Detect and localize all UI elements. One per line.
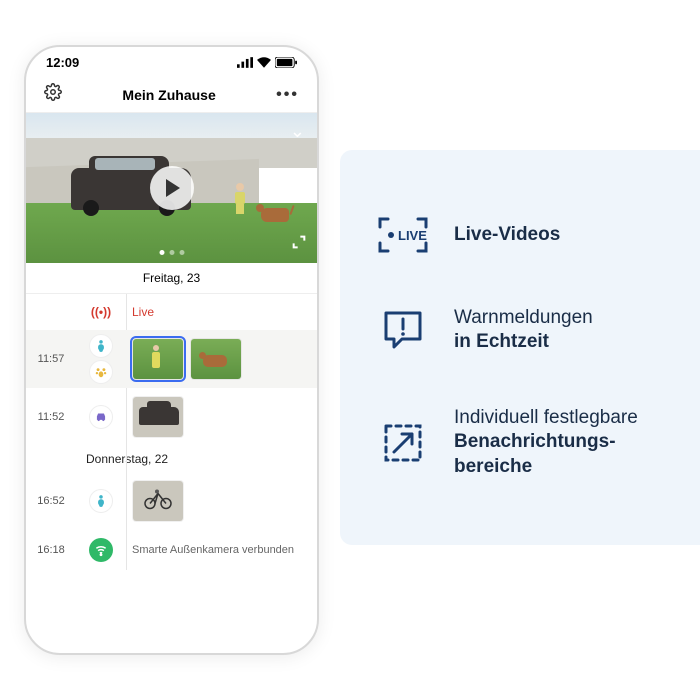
- live-label: Live: [132, 305, 154, 319]
- car-icon: [89, 405, 113, 429]
- app-header: Mein Zuhause •••: [26, 77, 317, 113]
- event-thumbnail[interactable]: [132, 338, 184, 380]
- battery-icon: [275, 57, 297, 68]
- settings-icon[interactable]: [44, 83, 62, 106]
- zones-icon: [376, 420, 430, 466]
- person-icon: [89, 334, 113, 358]
- status-bar: 12:09: [26, 47, 317, 77]
- expand-icon[interactable]: [291, 234, 307, 255]
- feature-alerts: Warnmeldungenin Echtzeit: [376, 306, 672, 355]
- play-button[interactable]: [150, 166, 194, 210]
- timeline: ((•)) Live 11:57 11:52 Donnerstag, 22 16…: [26, 294, 317, 570]
- page-title[interactable]: Mein Zuhause: [122, 87, 215, 103]
- feature-label: Warnmeldungenin Echtzeit: [454, 306, 593, 355]
- event-thumbnail[interactable]: [132, 480, 184, 522]
- event-thumbnail[interactable]: [132, 396, 184, 438]
- timeline-time: 16:18: [26, 544, 76, 556]
- wifi-icon: [257, 57, 271, 68]
- pager-dots[interactable]: [159, 250, 184, 255]
- timeline-row[interactable]: 16:18 Smarte Außenkamera verbunden: [26, 530, 317, 570]
- feature-panel: LIVE Live-Videos Warnmeldungenin Echtzei…: [340, 150, 700, 545]
- feature-label: Individuell festlegbareBenachrichtungs­b…: [454, 406, 672, 480]
- date-separator: Donnerstag, 22: [26, 446, 317, 472]
- timeline-row[interactable]: 11:52: [26, 388, 317, 446]
- dog-illustration: [261, 208, 289, 222]
- timeline-time: 11:57: [26, 353, 76, 365]
- event-thumbnail[interactable]: [190, 338, 242, 380]
- clock: 12:09: [46, 55, 79, 70]
- wifi-connected-icon: [89, 538, 113, 562]
- timeline-live-row[interactable]: ((•)) Live: [26, 294, 317, 330]
- feature-label: Live-Videos: [454, 223, 560, 248]
- phone-mockup: 12:09 Mein Zuhause ••• ⌄ Freitag, 23: [24, 45, 319, 655]
- more-icon[interactable]: •••: [276, 86, 299, 104]
- live-badge-icon: LIVE: [376, 215, 430, 255]
- camera-preview[interactable]: ⌄: [26, 113, 317, 263]
- svg-text:LIVE: LIVE: [398, 228, 427, 243]
- timeline-row[interactable]: 11:57: [26, 330, 317, 388]
- feature-live-video: LIVE Live-Videos: [376, 215, 672, 255]
- feature-zones: Individuell festlegbareBenachrichtungs­b…: [376, 406, 672, 480]
- timeline-time: 16:52: [26, 495, 76, 507]
- date-label: Freitag, 23: [26, 263, 317, 294]
- status-icons: [237, 57, 297, 68]
- person-icon: [89, 489, 113, 513]
- broadcast-icon: ((•)): [89, 300, 113, 324]
- person-illustration: [233, 183, 247, 213]
- timeline-time: 11:52: [26, 411, 76, 423]
- paw-icon: [89, 360, 113, 384]
- chevron-down-icon[interactable]: ⌄: [290, 121, 305, 142]
- timeline-row[interactable]: 16:52: [26, 472, 317, 530]
- signal-icon: [237, 57, 253, 68]
- alert-icon: [376, 307, 430, 353]
- status-text: Smarte Außenkamera verbunden: [132, 544, 294, 556]
